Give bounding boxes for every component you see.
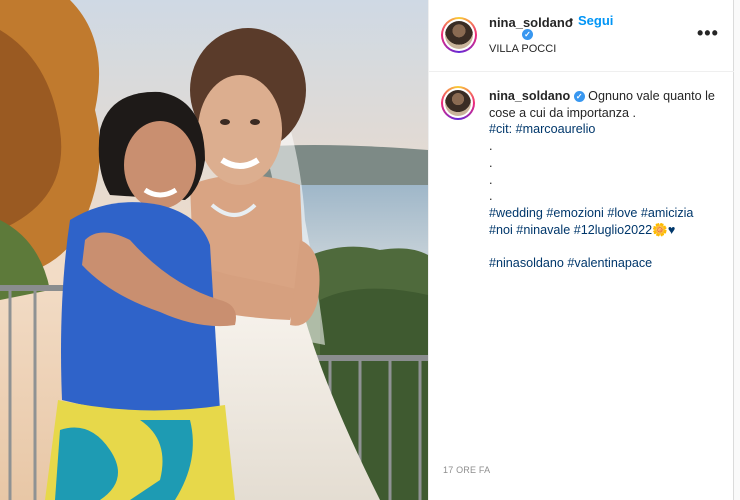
avatar[interactable] [441,17,477,53]
post-sidebar: nina_soldano ✓ • Segui VILLA POCCI ••• n… [428,0,735,500]
wedding-photo-illustration [0,0,428,500]
more-options-icon[interactable]: ••• [697,24,719,42]
avatar-image [445,90,471,116]
caption-username[interactable]: nina_soldano [489,89,570,103]
hashtag-line[interactable]: #wedding #emozioni #love #amicizia [489,205,729,222]
location-link[interactable]: VILLA POCCI [489,43,556,55]
caption-line: . [489,189,493,204]
caption-line: . [489,155,493,170]
post-header: nina_soldano ✓ • Segui VILLA POCCI ••• [429,0,735,72]
separator-dot: • [569,13,574,27]
hashtag-line[interactable]: #noi #ninavale #12luglio2022🌼♥ [489,222,729,239]
hashtag-line[interactable]: #ninasoldano #valentinapace [489,255,729,272]
caption-text: nina_soldano ✓ Ognuno vale quanto le cos… [489,88,729,272]
post-timestamp[interactable]: 17 ORE FA [443,465,490,475]
caption-line: . [489,172,493,187]
caption-avatar[interactable] [441,86,475,120]
username-link[interactable]: nina_soldano [489,15,573,30]
verified-badge-icon: ✓ [522,29,533,40]
caption-line[interactable]: #cit: #marcoaurelio [489,121,729,138]
verified-badge-icon: ✓ [573,91,585,103]
follow-button[interactable]: Segui [578,13,613,28]
page-edge [734,0,740,500]
avatar-image [445,21,473,49]
instagram-post: nina_soldano ✓ • Segui VILLA POCCI ••• n… [0,0,740,500]
caption-line: . [489,139,493,154]
post-photo[interactable] [0,0,428,500]
